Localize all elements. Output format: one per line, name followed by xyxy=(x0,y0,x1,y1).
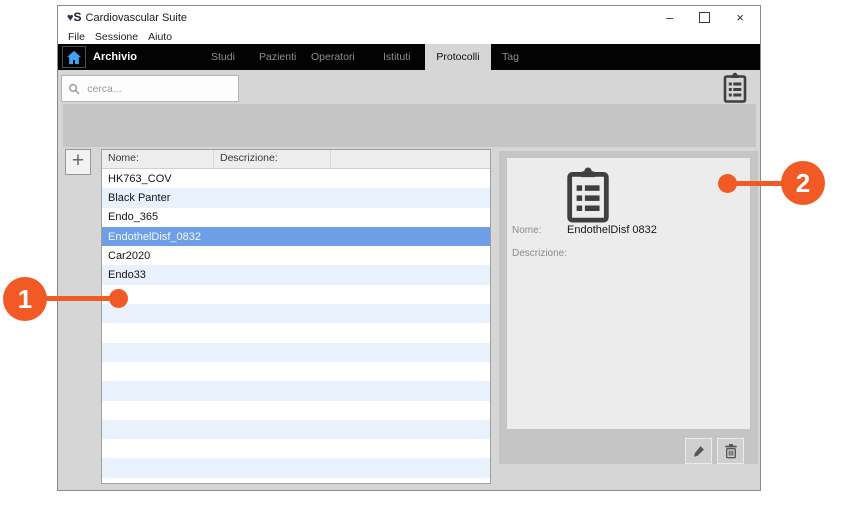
table-row-empty[interactable] xyxy=(102,439,490,458)
annotation-1-marker: 1 xyxy=(3,277,47,321)
cell-nome: Black Panter xyxy=(102,192,214,204)
table-row-empty[interactable] xyxy=(102,401,490,420)
table-header: Nome: Descrizione: xyxy=(102,150,490,169)
detail-nome-label: Nome: xyxy=(512,225,541,236)
protocol-detail-clipboard-icon xyxy=(566,166,610,223)
annotation-1-line xyxy=(40,296,116,301)
table-row-empty[interactable] xyxy=(102,285,490,304)
home-tab[interactable] xyxy=(62,46,86,68)
menu-item-file[interactable]: File xyxy=(63,31,90,43)
detail-panel: Nome: EndothelDisf 0832 Descrizione: xyxy=(507,158,750,429)
pencil-icon xyxy=(691,443,707,459)
detail-nome-value: EndothelDisf 0832 xyxy=(567,224,657,236)
search-icon xyxy=(68,82,80,96)
minimize-button[interactable]: – xyxy=(666,11,673,24)
table-row[interactable]: HK763_COV xyxy=(102,169,490,188)
annotation-2-dot xyxy=(718,174,737,193)
cell-nome: HK763_COV xyxy=(102,173,214,185)
cell-nome: Endo_365 xyxy=(102,211,214,223)
add-protocol-button[interactable]: + xyxy=(65,149,91,175)
cell-nome: Car2020 xyxy=(102,250,214,262)
app-window: ♥S Cardiovascular Suite – × File Session… xyxy=(57,5,761,491)
detail-container: Nome: EndothelDisf 0832 Descrizione: xyxy=(499,151,758,464)
table-row[interactable]: Black Panter xyxy=(102,188,490,207)
table-row[interactable]: EndothelDisf_0832 xyxy=(102,227,490,246)
tab-protocolli[interactable]: Protocolli xyxy=(425,44,491,74)
table-row-empty[interactable] xyxy=(102,420,490,439)
column-header-nome: Nome: xyxy=(102,150,214,168)
page: ♥S Cardiovascular Suite – × File Session… xyxy=(0,0,850,512)
table-row[interactable]: Endo_365 xyxy=(102,208,490,227)
protocols-clipboard-icon[interactable] xyxy=(723,72,747,103)
menu-item-sessione[interactable]: Sessione xyxy=(90,31,143,43)
nav-bar: Archivio Studi Pazienti Operatori Istitu… xyxy=(58,44,760,70)
cell-nome: EndothelDisf_0832 xyxy=(102,231,214,243)
table-row[interactable]: Car2020 xyxy=(102,246,490,265)
window-controls: – × xyxy=(666,11,760,24)
table-row-empty[interactable] xyxy=(102,304,490,323)
app-logo-icon: ♥S xyxy=(67,11,82,24)
tab-operatori[interactable]: Operatori xyxy=(311,44,355,70)
menu-bar: File Sessione Aiuto xyxy=(58,29,760,44)
table-row-empty[interactable] xyxy=(102,343,490,362)
tab-tag[interactable]: Tag xyxy=(502,44,519,70)
annotation-2-marker: 2 xyxy=(781,161,825,205)
menu-item-aiuto[interactable]: Aiuto xyxy=(143,31,177,43)
nav-label-archivio[interactable]: Archivio xyxy=(93,44,137,70)
table-row-empty[interactable] xyxy=(102,362,490,381)
protocol-rows: HK763_COV Black Panter Endo_365 EndothelDis… xyxy=(102,169,490,484)
table-row-empty[interactable] xyxy=(102,381,490,400)
table-row-empty[interactable] xyxy=(102,458,490,477)
window-title: Cardiovascular Suite xyxy=(86,12,188,24)
toolbar-strip xyxy=(63,104,756,147)
close-button[interactable]: × xyxy=(736,11,744,24)
protocol-table: Nome: Descrizione: HK763_COV Black Panter… xyxy=(101,149,491,484)
table-row-empty[interactable] xyxy=(102,323,490,342)
edit-button[interactable] xyxy=(685,438,712,464)
tab-pazienti[interactable]: Pazienti xyxy=(259,44,296,70)
delete-button[interactable] xyxy=(717,438,744,464)
annotation-1-dot xyxy=(109,289,128,308)
title-bar: ♥S Cardiovascular Suite – × xyxy=(58,6,760,29)
column-header-descrizione: Descrizione: xyxy=(214,150,331,168)
maximize-button[interactable] xyxy=(699,12,710,23)
detail-descrizione-label: Descrizione: xyxy=(512,248,567,259)
search-box[interactable] xyxy=(61,75,239,102)
tab-studi[interactable]: Studi xyxy=(211,44,235,70)
tab-istituti[interactable]: Istituti xyxy=(383,44,410,70)
cell-nome: Endo33 xyxy=(102,269,214,281)
home-icon xyxy=(66,50,82,65)
table-row[interactable]: Endo33 xyxy=(102,265,490,284)
trash-icon xyxy=(723,443,739,459)
column-header-empty xyxy=(331,150,490,168)
table-row-empty[interactable] xyxy=(102,478,490,484)
search-input[interactable] xyxy=(85,82,232,96)
